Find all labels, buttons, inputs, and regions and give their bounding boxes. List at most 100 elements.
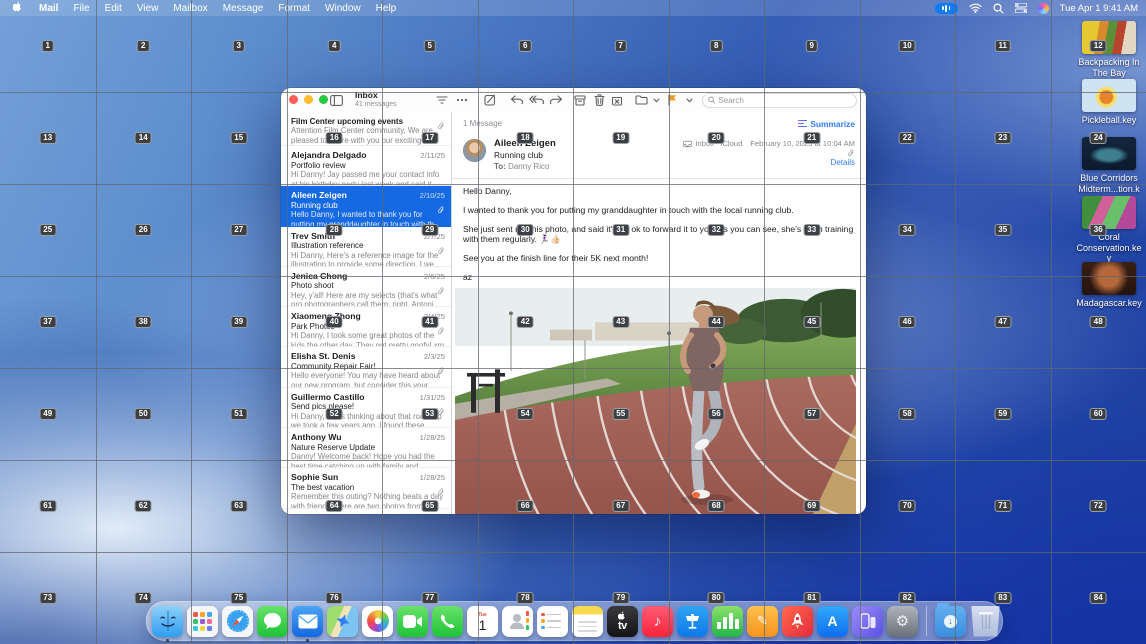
dock-pages[interactable]: ✎ [747,606,778,637]
compose-button[interactable] [481,92,499,108]
menu-item-mail[interactable]: Mail [39,3,58,14]
mailbox-label: Inbox - iCloud [683,138,742,149]
control-center-icon[interactable] [1015,3,1027,13]
photos-pinwheel-icon [367,610,389,632]
wifi-icon[interactable] [969,3,982,13]
grid-cell-label: 84 [1090,592,1107,604]
grid-cell-label: 71 [994,500,1011,512]
summarize-button[interactable]: Summarize [798,119,855,129]
close-button[interactable] [289,95,298,104]
email-list-item[interactable]: Trev Smith2/7/25 Illustration reference … [281,227,451,267]
email-list-item[interactable]: Sophie Sun1/28/25 The best vacation Reme… [281,468,451,508]
dock-messages[interactable] [257,606,288,637]
email-list-item[interactable]: Alejandra Delgado2/11/25 Portfolio revie… [281,146,451,186]
dock-system-settings[interactable]: ⚙ [887,606,918,637]
reply-button[interactable] [507,92,525,108]
minimize-button[interactable] [304,95,313,104]
desktop-file-blue-corridors[interactable]: Blue Corridors Midterm...tion.key [1076,137,1142,205]
forward-button[interactable] [547,92,565,108]
menu-item-window[interactable]: Window [325,3,361,14]
grid-cell-label: 60 [1090,408,1107,420]
email-list-item[interactable]: Elisha St. Denis2/3/25 Community Repair … [281,347,451,387]
running-track-photo[interactable] [455,288,856,514]
menu-item-message[interactable]: Message [223,3,264,14]
menu-item-edit[interactable]: Edit [105,3,122,14]
more-button[interactable] [453,92,471,108]
grid-cell-label: 38 [135,316,152,328]
launchpad-grid-icon [193,612,212,631]
dock-downloads-folder[interactable]: ↓ [935,606,966,637]
grid-cell-label: 59 [994,408,1011,420]
apple-menu[interactable] [13,1,24,16]
dock-safari[interactable] [222,606,253,637]
dock-launchpad[interactable] [187,606,218,637]
attachment-icon [847,149,855,157]
apple-logo-icon [13,1,24,13]
desktop-file-madagascar[interactable]: Madagascar.key [1076,262,1142,309]
dock: Tue 1 tv ♪ ✎ A ⚙ ↓ [146,601,1003,641]
window-toolbar: Inbox 41 messages [281,88,866,112]
menu-bar-clock[interactable]: Tue Apr 1 9:41 AM [1060,3,1138,14]
email-list-item[interactable]: Film Center upcoming events Attention Fi… [281,112,451,146]
dock-mail[interactable] [292,606,323,637]
grid-cell-label: 27 [230,224,247,236]
junk-button[interactable] [608,92,626,108]
dock-trash[interactable] [970,606,1001,637]
dock-finder[interactable] [152,606,183,637]
email-list-item[interactable]: Guillermo Castillo1/31/25 Send pics plea… [281,388,451,428]
details-link[interactable]: Details [831,157,855,168]
filter-button[interactable] [433,92,451,108]
trash-button[interactable] [590,92,608,108]
flag-chevron[interactable] [680,92,698,108]
dock-iphone-mirroring[interactable] [852,606,883,637]
dock-phone[interactable] [432,606,463,637]
mailbox-title: Inbox 41 messages [355,91,397,109]
dock-music[interactable]: ♪ [642,606,673,637]
menu-item-view[interactable]: View [137,3,159,14]
menu-item-file[interactable]: File [73,3,89,14]
desktop-file-coral[interactable]: Coral Conservation.key [1076,196,1142,264]
menu-item-help[interactable]: Help [376,3,397,14]
reply-all-button[interactable] [527,92,545,108]
sidebar-toggle-button[interactable] [327,92,345,108]
menu-bar: Mail File Edit View Mailbox Message Form… [0,0,1146,16]
siri-icon[interactable] [1038,3,1049,14]
dock-calendar[interactable]: Tue 1 [467,606,498,637]
grid-cell-label: 25 [39,224,56,236]
spotlight-search-icon[interactable] [993,3,1004,14]
flag-button[interactable] [663,92,681,108]
grid-cell-label: 11 [995,40,1011,52]
dock-photos[interactable] [362,606,393,637]
search-field[interactable] [702,93,857,108]
dock-tv[interactable]: tv [607,606,638,637]
email-list-item-selected[interactable]: Aileen Zeigen2/10/25 Running club Hello … [281,186,451,226]
menu-item-mailbox[interactable]: Mailbox [173,3,207,14]
desktop-file-pickleball[interactable]: Pickleball.key [1076,79,1142,126]
sender-avatar[interactable] [463,139,486,162]
dock-maps[interactable] [327,606,358,637]
keynote-thumbnail [1082,137,1136,170]
dock-contacts[interactable] [502,606,533,637]
grid-cell-label: 37 [39,316,56,328]
dock-divider [926,606,927,636]
archive-button[interactable] [571,92,589,108]
dock-numbers[interactable] [712,606,743,637]
dock-facetime[interactable] [397,606,428,637]
grid-cell-label: 14 [135,132,152,144]
grid-cell-label: 4 [328,40,340,52]
dock-reminders[interactable] [537,606,568,637]
grid-cell-label: 6 [519,40,531,52]
download-arrow-icon: ↓ [944,615,957,628]
dock-games[interactable] [782,606,813,637]
menu-item-format[interactable]: Format [278,3,310,14]
dock-app-store[interactable]: A [817,606,848,637]
email-list-item[interactable]: Anthony Wu1/28/25 Nature Reserve Update … [281,428,451,468]
dock-keynote[interactable] [677,606,708,637]
search-input[interactable] [718,96,851,105]
screen-mirroring-indicator[interactable] [935,3,958,14]
grid-cell-label: 58 [899,408,916,420]
email-list-item[interactable]: Xiaomeng Zhong2/4/25 Park Photos Hi Dann… [281,307,451,347]
dock-notes[interactable] [572,606,603,637]
grid-cell-label: 8 [710,40,722,52]
email-list-item[interactable]: Jenica Chong2/6/25 Photo shoot Hey, y'al… [281,267,451,307]
